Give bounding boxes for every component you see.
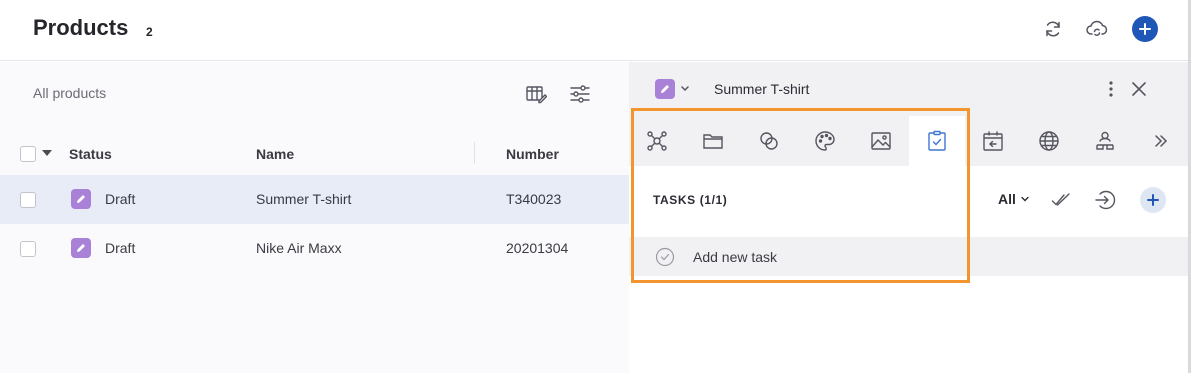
close-button[interactable]: [1127, 76, 1151, 102]
draft-status-icon: [71, 238, 91, 258]
table-edit-icon: [526, 86, 547, 104]
sign-in-icon: [1095, 190, 1116, 210]
product-list: All products Status Name Number Draft Su…: [0, 62, 629, 373]
team-icon: [1096, 131, 1114, 150]
select-all-checkbox[interactable]: [20, 146, 36, 162]
task-filter-dropdown[interactable]: All: [998, 191, 1030, 207]
plus-icon: [1139, 23, 1151, 35]
chevron-down-icon[interactable]: [680, 82, 690, 96]
tab-links[interactable]: [741, 116, 797, 166]
calendar-icon: [983, 131, 1003, 151]
palette-icon: [815, 131, 835, 151]
row-checkbox[interactable]: [20, 192, 36, 208]
tab-images[interactable]: [853, 116, 909, 166]
complete-all-button[interactable]: [1048, 187, 1074, 213]
new-task-input[interactable]: Add new task: [693, 249, 777, 265]
tasks-icon: [928, 130, 946, 151]
row-name: Nike Air Maxx: [256, 240, 342, 256]
hub-icon: [647, 131, 667, 151]
assign-task-button[interactable]: [1092, 187, 1118, 213]
cloud-sync-button[interactable]: [1084, 16, 1110, 42]
view-name[interactable]: All products: [33, 85, 106, 101]
plus-icon: [1147, 194, 1159, 206]
detail-title: Summer T-shirt: [714, 81, 810, 97]
row-number: 20201304: [506, 240, 569, 256]
edit-columns-button[interactable]: [523, 81, 549, 107]
column-header-status[interactable]: Status: [69, 146, 112, 162]
product-detail-panel: Summer T-shirt TASKS (1/1) All Add new t…: [629, 62, 1188, 373]
more-tabs-icon: [1155, 135, 1168, 147]
new-task-row: Add new task: [629, 237, 1188, 276]
row-name: Summer T-shirt: [256, 191, 352, 207]
page-title: Products: [33, 15, 129, 40]
detail-header: Summer T-shirt: [629, 62, 1188, 166]
draft-status-icon: [71, 189, 91, 209]
more-options-button[interactable]: [1099, 76, 1123, 102]
sync-icon: [1046, 21, 1060, 37]
close-icon: [1132, 82, 1146, 96]
filter-settings-button[interactable]: [567, 81, 593, 107]
row-status: Draft: [105, 191, 136, 207]
more-vertical-icon: [1109, 81, 1113, 97]
tab-relations[interactable]: [629, 116, 685, 166]
sliders-icon: [570, 85, 590, 103]
add-task-button[interactable]: [1140, 187, 1166, 213]
row-status: Draft: [105, 240, 136, 256]
folder-icon: [703, 134, 723, 149]
product-count: 2: [146, 25, 153, 39]
chevron-down-icon: [1021, 196, 1029, 202]
sync-button[interactable]: [1040, 16, 1066, 42]
cloud-sync-icon: [1086, 20, 1108, 36]
column-header-number[interactable]: Number: [506, 146, 559, 162]
double-check-icon: [1051, 193, 1070, 206]
task-filter-label: All: [998, 191, 1016, 207]
add-product-button[interactable]: [1132, 16, 1158, 42]
tab-schedule[interactable]: [965, 116, 1021, 166]
check-circle-icon[interactable]: [655, 247, 675, 267]
more-tabs-button[interactable]: [1133, 116, 1189, 166]
column-header-name[interactable]: Name: [256, 146, 294, 162]
tasks-heading: TASKS (1/1): [653, 193, 728, 207]
select-menu-chevron-icon[interactable]: [42, 150, 52, 156]
tab-translations[interactable]: [1021, 116, 1077, 166]
tab-tasks[interactable]: [909, 116, 965, 166]
column-divider[interactable]: [474, 142, 475, 164]
tab-files[interactable]: [685, 116, 741, 166]
tab-design[interactable]: [797, 116, 853, 166]
image-icon: [871, 132, 891, 150]
row-checkbox[interactable]: [20, 241, 36, 257]
page-header: Products 2: [0, 0, 1191, 61]
draft-status-icon[interactable]: [655, 79, 675, 99]
links-icon: [760, 132, 778, 150]
table-row[interactable]: Draft Nike Air Maxx 20201304: [0, 224, 629, 273]
globe-icon: [1039, 131, 1059, 151]
tab-team[interactable]: [1077, 116, 1133, 166]
row-number: T340023: [506, 191, 562, 207]
table-row[interactable]: Draft Summer T-shirt T340023: [0, 175, 629, 224]
